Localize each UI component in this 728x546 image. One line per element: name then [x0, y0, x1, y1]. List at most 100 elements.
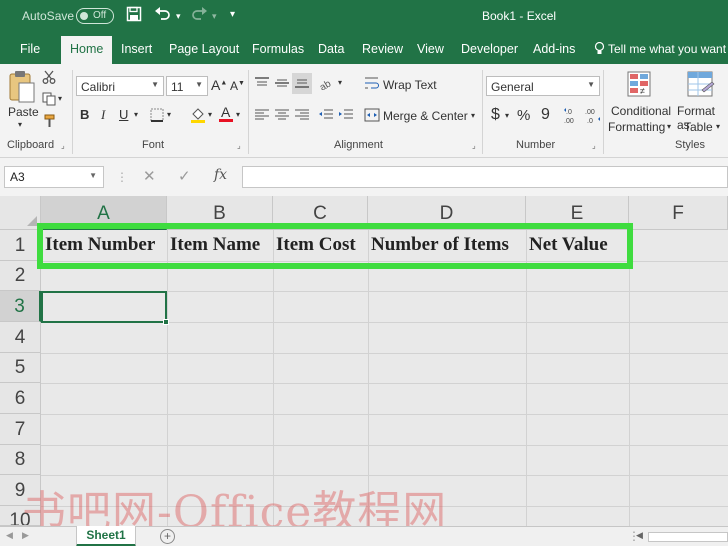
tab-insert[interactable]: Insert: [121, 42, 152, 56]
conditional-formatting-label[interactable]: Conditional: [611, 104, 671, 118]
align-top-icon[interactable]: [254, 76, 270, 93]
tab-add-ins[interactable]: Add-ins: [533, 42, 575, 56]
prev-sheet-icon[interactable]: ◀: [6, 530, 13, 541]
row-header-5[interactable]: 5: [0, 353, 41, 383]
orientation-icon[interactable]: ab: [318, 76, 336, 93]
wrap-text-button[interactable]: Wrap Text: [383, 78, 437, 92]
alignment-launcher-icon[interactable]: ⌟: [472, 141, 476, 150]
tab-formulas[interactable]: Formulas: [252, 42, 304, 56]
currency-dropdown-icon[interactable]: ▾: [505, 111, 509, 120]
cut-icon[interactable]: [42, 70, 56, 87]
currency-button[interactable]: $: [491, 106, 500, 124]
conditional-formatting-icon[interactable]: ≠: [626, 70, 654, 103]
percent-button[interactable]: %: [517, 107, 530, 124]
format-as-table-dropdown-icon[interactable]: ▾: [716, 122, 720, 131]
tab-file[interactable]: File: [20, 42, 40, 56]
underline-dropdown-icon[interactable]: ▾: [134, 110, 138, 119]
increase-font-icon[interactable]: A▲: [211, 77, 227, 93]
cell-e1[interactable]: Net Value: [529, 234, 608, 256]
cancel-entry-icon[interactable]: ✕: [143, 167, 156, 185]
redo-dropdown-icon[interactable]: ▾: [212, 11, 217, 22]
scroll-thumb[interactable]: [648, 532, 728, 542]
cell-d1[interactable]: Number of Items: [371, 234, 509, 256]
name-box[interactable]: A3 ▼: [4, 166, 104, 188]
borders-dropdown-icon[interactable]: ▾: [167, 110, 171, 119]
decrease-decimal-icon[interactable]: .00.0: [584, 106, 602, 129]
copy-dropdown-icon[interactable]: ▾: [58, 94, 62, 103]
paste-dropdown-icon[interactable]: ▾: [18, 120, 22, 129]
customize-qat-icon[interactable]: ▾: [230, 9, 235, 20]
format-as-table-icon[interactable]: [686, 70, 716, 103]
merge-center-dropdown-icon[interactable]: ▾: [471, 111, 475, 120]
tab-review[interactable]: Review: [362, 42, 403, 56]
row-header-2[interactable]: 2: [0, 261, 41, 291]
autosave-toggle[interactable]: Off: [76, 8, 114, 24]
formula-input[interactable]: [242, 166, 728, 188]
active-cell[interactable]: [41, 291, 169, 325]
row-header-4[interactable]: 4: [0, 322, 41, 353]
tab-developer[interactable]: Developer: [461, 42, 518, 56]
align-center-icon[interactable]: [274, 108, 290, 125]
font-launcher-icon[interactable]: ⌟: [237, 141, 241, 150]
format-painter-icon[interactable]: [42, 114, 56, 131]
align-left-icon[interactable]: [254, 108, 270, 125]
select-all-button[interactable]: [0, 196, 41, 230]
tab-page-layout[interactable]: Page Layout: [169, 42, 239, 56]
save-icon[interactable]: [126, 6, 142, 25]
confirm-entry-icon[interactable]: ✓: [178, 167, 191, 185]
next-sheet-icon[interactable]: ▶: [22, 530, 29, 541]
tab-home[interactable]: Home: [61, 36, 113, 64]
increase-indent-icon[interactable]: [338, 108, 354, 125]
font-color-icon[interactable]: A: [218, 104, 234, 126]
align-middle-icon[interactable]: [274, 76, 290, 93]
align-right-icon[interactable]: [294, 108, 310, 125]
cell-b1[interactable]: Item Name: [170, 234, 260, 256]
fill-handle[interactable]: [163, 319, 169, 325]
column-header-f[interactable]: F: [629, 196, 728, 230]
cell-a1[interactable]: Item Number: [45, 234, 155, 256]
insert-function-button[interactable]: fx: [214, 167, 227, 183]
cell-c1[interactable]: Item Cost: [276, 234, 356, 256]
italic-button[interactable]: I: [101, 107, 105, 123]
paste-icon[interactable]: [8, 70, 36, 107]
add-sheet-button[interactable]: +: [160, 529, 175, 544]
formula-bar-grip-icon[interactable]: ⋮: [116, 170, 128, 184]
underline-button[interactable]: U: [119, 107, 128, 122]
decrease-font-icon[interactable]: A▼: [230, 79, 245, 93]
borders-icon[interactable]: [150, 108, 164, 125]
tell-me-search[interactable]: Tell me what you want: [594, 41, 726, 56]
conditional-formatting-label-2[interactable]: Formatting: [608, 120, 665, 134]
merge-center-button[interactable]: Merge & Center: [383, 109, 468, 123]
row-header-8[interactable]: 8: [0, 445, 41, 475]
clipboard-launcher-icon[interactable]: ⌟: [61, 141, 65, 150]
redo-icon[interactable]: [190, 6, 208, 25]
fill-color-icon[interactable]: [190, 106, 206, 126]
font-name-dropdown[interactable]: Calibri ▼: [76, 76, 164, 96]
row-header-7[interactable]: 7: [0, 414, 41, 445]
horizontal-scrollbar[interactable]: ◀: [634, 530, 728, 544]
row-header-1[interactable]: 1: [0, 230, 41, 261]
sheet-tab-sheet1[interactable]: Sheet1: [76, 526, 136, 546]
format-as-table-label-2[interactable]: Table: [684, 120, 713, 134]
comma-style-button[interactable]: 9: [541, 106, 550, 124]
undo-icon[interactable]: [154, 6, 172, 25]
row-header-3[interactable]: 3: [0, 291, 41, 322]
font-size-dropdown[interactable]: 11 ▼: [166, 76, 208, 96]
wrap-text-icon[interactable]: [364, 76, 380, 93]
copy-icon[interactable]: [42, 92, 56, 109]
number-format-dropdown[interactable]: General ▼: [486, 76, 600, 96]
tab-data[interactable]: Data: [318, 42, 344, 56]
orientation-dropdown-icon[interactable]: ▾: [338, 78, 342, 87]
paste-label[interactable]: Paste: [8, 105, 39, 119]
align-bottom-icon[interactable]: [292, 73, 312, 94]
scroll-left-icon[interactable]: ◀: [636, 530, 643, 541]
font-color-dropdown-icon[interactable]: ▾: [236, 110, 240, 119]
row-header-6[interactable]: 6: [0, 383, 41, 414]
merge-center-icon[interactable]: [364, 108, 380, 125]
decrease-indent-icon[interactable]: [318, 108, 334, 125]
fill-color-dropdown-icon[interactable]: ▾: [208, 110, 212, 119]
number-launcher-icon[interactable]: ⌟: [592, 141, 596, 150]
undo-dropdown-icon[interactable]: ▾: [176, 11, 181, 22]
conditional-formatting-dropdown-icon[interactable]: ▾: [667, 122, 671, 131]
tab-view[interactable]: View: [417, 42, 444, 56]
